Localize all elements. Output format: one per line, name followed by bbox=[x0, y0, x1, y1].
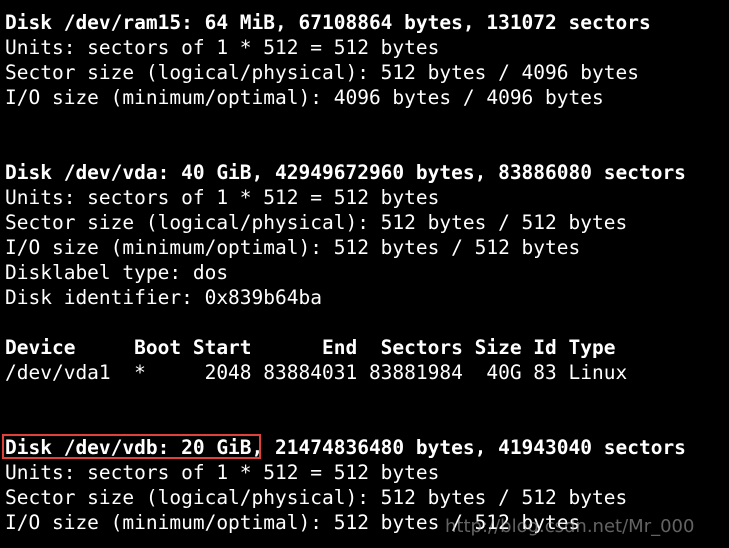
terminal-window[interactable]: Disk /dev/ram15: 64 MiB, 67108864 bytes,… bbox=[0, 0, 729, 548]
partition-row-vda1: /dev/vda1 * 2048 83884031 83881984 40G 8… bbox=[5, 361, 628, 384]
disk-vda-header: Disk /dev/vda: 40 GiB, 42949672960 bytes… bbox=[5, 161, 686, 184]
disk-ram15-io-size: I/O size (minimum/optimal): 4096 bytes /… bbox=[5, 86, 604, 109]
disk-vdb-units: Units: sectors of 1 * 512 = 512 bytes bbox=[5, 461, 440, 484]
disk-vda-units: Units: sectors of 1 * 512 = 512 bytes bbox=[5, 186, 440, 209]
disk-ram15-units: Units: sectors of 1 * 512 = 512 bytes bbox=[5, 36, 440, 59]
highlight-box bbox=[2, 434, 261, 459]
disk-vdb-sector-size: Sector size (logical/physical): 512 byte… bbox=[5, 486, 628, 509]
disk-vda-sector-size: Sector size (logical/physical): 512 byte… bbox=[5, 211, 628, 234]
disk-vda-disklabel: Disklabel type: dos bbox=[5, 261, 229, 284]
disk-ram15-sector-size: Sector size (logical/physical): 512 byte… bbox=[5, 61, 639, 84]
watermark: http://blog.csdn.net/Mr_000 bbox=[445, 516, 695, 537]
disk-ram15-header: Disk /dev/ram15: 64 MiB, 67108864 bytes,… bbox=[5, 11, 651, 34]
disk-vda-io-size: I/O size (minimum/optimal): 512 bytes / … bbox=[5, 236, 581, 259]
disk-vda-identifier: Disk identifier: 0x839b64ba bbox=[5, 286, 322, 309]
partition-table-header: Device Boot Start End Sectors Size Id Ty… bbox=[5, 336, 616, 359]
